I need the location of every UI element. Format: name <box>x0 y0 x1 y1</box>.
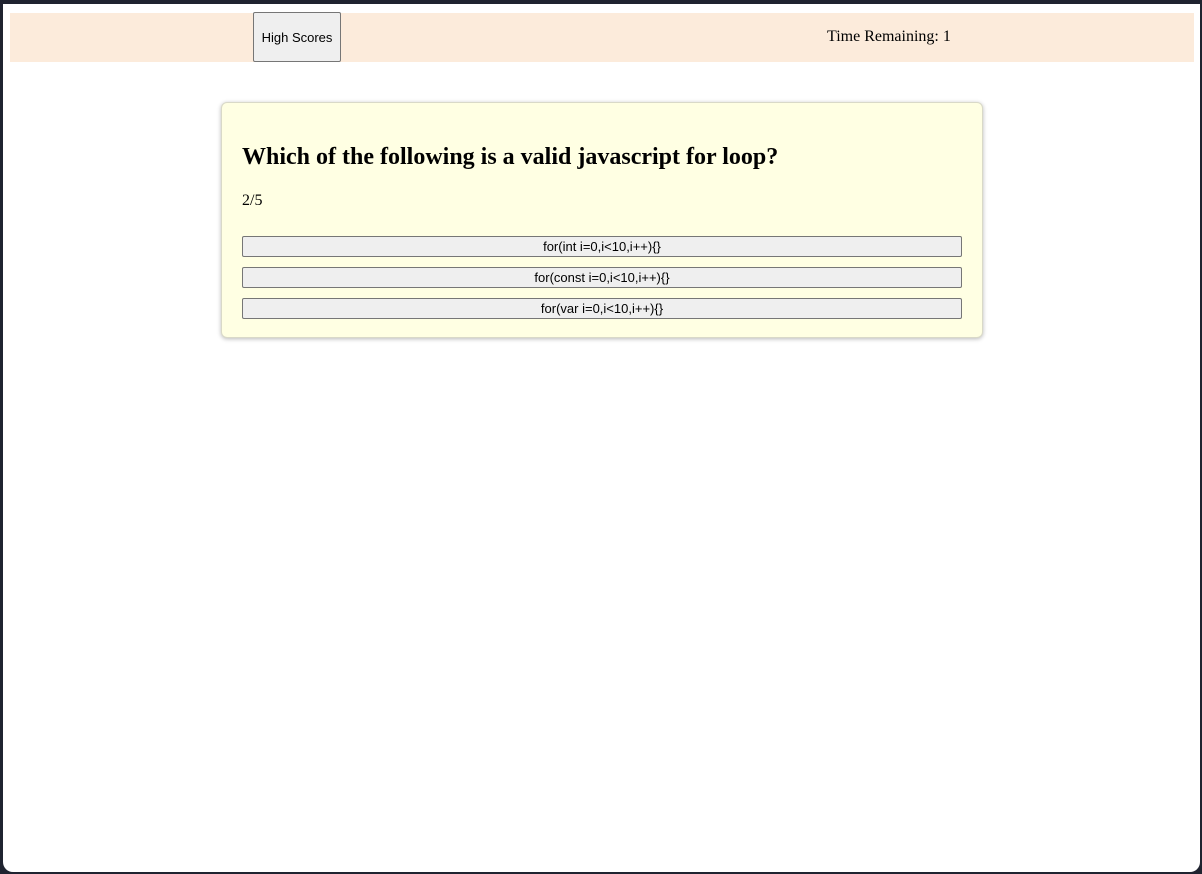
question-title: Which of the following is a valid javasc… <box>242 144 779 170</box>
answer-option-3[interactable]: for(var i=0,i<10,i++){} <box>242 298 962 319</box>
timer-value: 1 <box>942 28 951 45</box>
timer: Time Remaining: 1 <box>827 28 951 46</box>
timer-label: Time Remaining: <box>827 28 939 45</box>
header-bar: High Scores Time Remaining: 1 <box>10 12 1194 62</box>
answer-option-1[interactable]: for(int i=0,i<10,i++){} <box>242 236 962 257</box>
answer-option-2[interactable]: for(const i=0,i<10,i++){} <box>242 267 962 288</box>
question-progress: 2/5 <box>242 192 263 209</box>
quiz-card: Which of the following is a valid javasc… <box>221 102 983 338</box>
browser-viewport: High Scores Time Remaining: 1 Which of th… <box>3 4 1200 872</box>
high-scores-button[interactable]: High Scores <box>253 12 341 62</box>
answer-list: for(int i=0,i<10,i++){} for(const i=0,i<… <box>242 236 962 329</box>
